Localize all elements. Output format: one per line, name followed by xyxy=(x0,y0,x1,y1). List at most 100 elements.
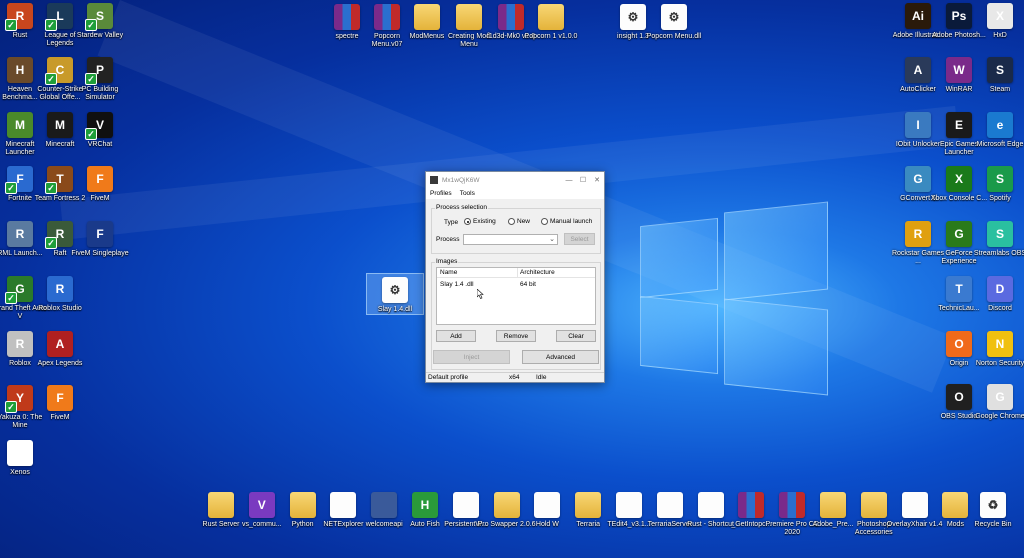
rar-icon xyxy=(334,4,360,30)
desktop-icon[interactable]: ♻ Recycle Bin xyxy=(964,492,1022,556)
desktop-icon-label: Roblox xyxy=(9,360,31,367)
desktop-icon-label: PC Building Simulator xyxy=(81,86,119,101)
desktop-icon-label: Norton Security xyxy=(975,360,1024,367)
desktop-icon-label: Recycle Bin xyxy=(974,521,1012,528)
app-icon: I xyxy=(905,112,931,138)
title-bar[interactable]: Mx1wQjK6W — ☐ ✕ xyxy=(426,172,604,188)
desktop-icon[interactable]: Popcorn 1 v1.0.0 xyxy=(522,4,580,68)
menu-tools[interactable]: Tools xyxy=(460,190,475,197)
minimize-icon[interactable]: — xyxy=(562,177,576,184)
vs-icon: V xyxy=(248,492,275,518)
app-icon: G ✓ xyxy=(5,276,33,304)
add-button[interactable]: Add xyxy=(436,330,476,342)
folder-icon xyxy=(538,4,564,30)
app-icon: R xyxy=(7,221,33,247)
bin-icon: ♻ xyxy=(980,492,1006,518)
doc-icon xyxy=(534,492,561,518)
desktop-icon-label: Popcorn 1 v1.0.0 xyxy=(524,33,578,40)
check-badge-icon: ✓ xyxy=(5,292,17,304)
desktop-icon-label: Terraria xyxy=(576,521,601,528)
radio-manual-launch[interactable]: Manual launch xyxy=(541,218,592,225)
app-icon: R xyxy=(7,331,33,357)
app-icon: W xyxy=(946,57,972,83)
desktop-icon-label: Stardew Valley xyxy=(76,32,124,39)
desktop-icon[interactable]: G Google Chrome xyxy=(971,384,1024,448)
app-icon: F xyxy=(87,166,113,192)
check-badge-icon: ✓ xyxy=(5,19,17,31)
radio-new[interactable]: New xyxy=(508,218,530,225)
app-icon: T ✓ xyxy=(45,166,73,194)
column-header-name[interactable]: Name xyxy=(440,269,457,276)
select-button-label: Select xyxy=(570,235,589,243)
mouse-cursor-icon xyxy=(477,289,484,299)
desktop-icon-slay-dll[interactable]: ⚙ Slay 1.4.dll xyxy=(366,273,424,315)
menu-profiles[interactable]: Profiles xyxy=(430,190,452,197)
desktop-icon-label: Steam xyxy=(989,86,1011,93)
rar-icon xyxy=(374,4,400,30)
app-icon: Ps xyxy=(946,3,972,29)
window-title: Mx1wQjK6W xyxy=(442,176,480,184)
process-dropdown[interactable]: ⌄ xyxy=(463,234,558,245)
maximize-icon[interactable]: ☐ xyxy=(576,176,590,184)
green-icon: H xyxy=(412,492,438,518)
desktop-icon-label: FiveM xyxy=(90,195,110,202)
app-icon: Y ✓ xyxy=(5,385,33,413)
desktop-icon-label: Microsoft Edge xyxy=(976,141,1024,148)
app-icon: F xyxy=(87,221,113,247)
advanced-button-label: Advanced xyxy=(546,353,575,361)
app-icon xyxy=(430,176,438,184)
advanced-button[interactable]: Advanced xyxy=(522,350,599,364)
folder-icon xyxy=(289,492,316,518)
process-selection-group xyxy=(431,208,601,254)
images-list[interactable]: Name Architecture Slay 1.4 .dll 64 bit xyxy=(436,267,596,325)
remove-button[interactable]: Remove xyxy=(496,330,536,342)
app-icon: E xyxy=(946,112,972,138)
table-row[interactable]: Slay 1.4 .dll 64 bit xyxy=(437,280,595,290)
rar-icon xyxy=(738,492,765,518)
close-icon[interactable]: ✕ xyxy=(590,176,604,184)
desktop-icon-label: Roblox Studio xyxy=(38,305,82,312)
app-icon: L ✓ xyxy=(45,3,73,31)
app-icon: D xyxy=(987,276,1013,302)
remove-button-label: Remove xyxy=(503,332,529,340)
injector-window: Mx1wQjK6W — ☐ ✕ Profiles Tools Process s… xyxy=(425,171,605,383)
folder-icon xyxy=(820,492,846,518)
radio-label: New xyxy=(517,218,531,225)
check-badge-icon: ✓ xyxy=(85,73,97,85)
desktop-icon-label: FiveM Singleplaye xyxy=(71,250,129,257)
desktop-icon-label: Google Chrome xyxy=(975,413,1024,420)
app-icon: O xyxy=(946,384,972,410)
process-label: Process xyxy=(436,236,460,243)
select-button[interactable]: Select xyxy=(564,233,595,245)
desktop-icon-label: Mods xyxy=(946,521,964,528)
app-icon: O xyxy=(946,331,972,357)
desktop-icon[interactable]: ⚙ Popcorn Menu.dll xyxy=(645,4,703,68)
type-label: Type xyxy=(444,219,459,226)
check-badge-icon: ✓ xyxy=(45,182,57,194)
folder-icon xyxy=(575,492,602,518)
desktop-icon-label: Python xyxy=(291,521,314,528)
img-icon xyxy=(371,492,398,518)
check-badge-icon: ✓ xyxy=(45,19,57,31)
radio-existing[interactable]: Existing xyxy=(464,218,496,225)
check-badge-icon: ✓ xyxy=(85,19,97,31)
app-icon: R ✓ xyxy=(45,221,73,249)
desktop-icon[interactable]: Xenos xyxy=(0,440,49,504)
app-icon: N xyxy=(987,331,1013,357)
desktop-icon-label: Discord xyxy=(988,305,1012,312)
app-icon: S xyxy=(987,166,1013,192)
app-icon: T xyxy=(946,276,972,302)
images-label: Images xyxy=(435,258,459,265)
check-badge-icon: ✓ xyxy=(5,182,17,194)
app-icon: F ✓ xyxy=(5,166,33,194)
clear-button[interactable]: Clear xyxy=(556,330,596,342)
column-header-architecture[interactable]: Architecture xyxy=(520,269,555,276)
app-icon xyxy=(7,440,33,466)
inject-button[interactable]: Inject xyxy=(433,350,510,364)
app-icon: R ✓ xyxy=(5,3,33,31)
folder-icon xyxy=(414,4,440,30)
doc-icon xyxy=(452,492,479,518)
status-arch: x64 xyxy=(509,374,520,381)
desktop: R ✓ Rust L ✓ League of Legends S ✓ Stardew Valle… xyxy=(0,0,1024,558)
app-icon: M xyxy=(7,112,33,138)
